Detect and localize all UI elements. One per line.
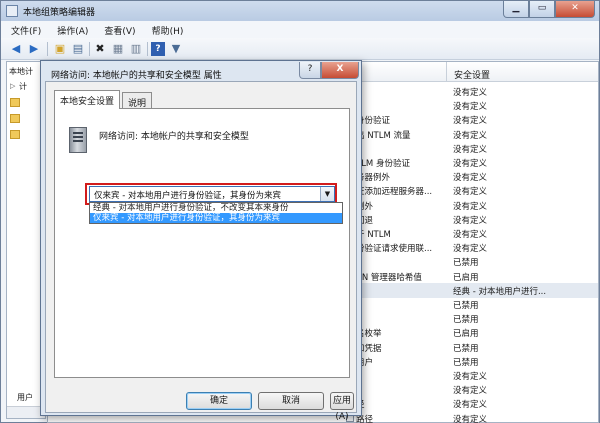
policy-name: TLM 身份验证: [356, 159, 410, 169]
menu-help[interactable]: 帮助(H): [142, 21, 190, 38]
dialog-title: 网络访问: 本地帐户的共享和安全模型 属性: [51, 71, 222, 81]
policy-name: 份验证请求使用联...: [356, 244, 433, 255]
toolbar-separator: [47, 42, 48, 56]
policy-setting: 已禁用: [453, 315, 479, 326]
menu-action[interactable]: 操作(A): [47, 21, 94, 38]
dropdown-option-guest-only[interactable]: 仅来宾 - 对本地用户进行身份验证，其身份为来宾: [90, 213, 342, 223]
policy-setting: 经典 - 对本地用户进行...: [453, 286, 547, 297]
policy-setting: 没有定义: [453, 144, 488, 155]
policy-setting: 没有定义: [453, 116, 488, 127]
policy-setting: 没有定义: [453, 88, 488, 98]
dropdown-list[interactable]: 经典 - 对本地用户进行身份验证，不改变其本来身份 仅来宾 - 对本地用户进行身…: [89, 202, 343, 224]
policy-setting: 没有定义: [453, 215, 488, 226]
filter-icon[interactable]: ▼: [169, 42, 183, 56]
forward-arrow-icon[interactable]: ▶: [27, 42, 41, 56]
delete-icon[interactable]: ✖: [93, 42, 107, 56]
close-button[interactable]: ✕: [555, 1, 595, 18]
policy-title: 网络访问: 本地帐户的共享和安全模型: [99, 132, 249, 142]
ok-button[interactable]: 确定: [186, 392, 252, 410]
properties-icon[interactable]: ▦: [111, 42, 125, 56]
server-icon: [69, 127, 87, 153]
tab-local-security-setting[interactable]: 本地安全设置: [54, 90, 121, 109]
policy-setting: 没有定义: [453, 244, 488, 255]
policy-name: 出 NTLM 流量: [356, 130, 411, 141]
toolbar: ◀ ▶ ▣ ▤ ✖ ▦ ▥ ? ▼: [1, 38, 599, 60]
folder-icon[interactable]: [10, 98, 20, 107]
toolbar-separator: [147, 42, 148, 56]
tree-computer-label[interactable]: 计: [19, 81, 27, 92]
policy-name: 证添加远程服务器...: [356, 187, 433, 198]
policy-setting: 没有定义: [453, 372, 488, 382]
policy-setting: 已禁用: [453, 258, 479, 269]
policy-setting: 没有定义: [453, 414, 488, 423]
folder-up-icon[interactable]: ▣: [53, 42, 67, 56]
dialog-body: 本地安全设置 说明 网络访问: 本地帐户的共享和安全模型 仅来宾 - 对本地用户…: [45, 81, 357, 422]
title-bar[interactable]: 本地组策略编辑器 ▁ ▭ ✕: [1, 1, 599, 21]
dropdown-option-classic[interactable]: 经典 - 对本地用户进行身份验证，不改变其本来身份: [90, 203, 342, 213]
policy-setting: 没有定义: [453, 201, 488, 212]
dialog-help-button[interactable]: ?: [299, 62, 321, 79]
tab-panel: 网络访问: 本地帐户的共享和安全模型 仅来宾 - 对本地用户进行身份验证，其身份…: [54, 108, 350, 378]
policy-setting: 没有定义: [453, 386, 488, 397]
policy-setting: 没有定义: [453, 173, 488, 184]
policy-setting: 已禁用: [453, 343, 479, 354]
app-icon: [6, 5, 18, 17]
tree-root-label: 本地计: [9, 67, 33, 76]
folder-icon[interactable]: [10, 130, 20, 139]
policy-setting: 已禁用: [453, 357, 479, 368]
help-icon[interactable]: ?: [151, 42, 165, 56]
policy-setting: 没有定义: [453, 230, 488, 240]
policy-setting: 没有定义: [453, 102, 488, 113]
menu-bar: 文件(F) 操作(A) 查看(V) 帮助(H): [1, 21, 599, 38]
maximize-button[interactable]: ▭: [529, 1, 555, 18]
tree-user-label[interactable]: 用户: [17, 392, 33, 403]
policy-setting: 没有定义: [453, 400, 488, 411]
properties-dialog: 网络访问: 本地帐户的共享和安全模型 属性 ? X 本地安全设置 说明 网络访问…: [40, 60, 362, 422]
column-security-setting[interactable]: 安全设置: [454, 68, 490, 81]
policy-setting: 没有定义: [453, 130, 488, 141]
toolbar-separator: [89, 42, 90, 56]
policy-setting: 没有定义: [453, 187, 488, 198]
back-arrow-icon[interactable]: ◀: [9, 42, 23, 56]
policy-setting: 已禁用: [453, 301, 479, 311]
policy-setting: 没有定义: [453, 159, 488, 169]
window-title: 本地组策略编辑器: [23, 8, 96, 18]
dropdown-selected-value: 仅来宾 - 对本地用户进行身份验证，其身份为来宾: [94, 191, 281, 201]
show-hide-tree-icon[interactable]: ▤: [71, 42, 85, 56]
export-list-icon[interactable]: ▥: [129, 42, 143, 56]
menu-file[interactable]: 文件(F): [1, 21, 47, 38]
sharing-model-dropdown[interactable]: 仅来宾 - 对本地用户进行身份验证，其身份为来宾 ▼: [89, 186, 335, 202]
tab-explain[interactable]: 说明: [122, 92, 153, 109]
column-divider[interactable]: [446, 62, 447, 82]
menu-view[interactable]: 查看(V): [94, 21, 141, 38]
dialog-close-button[interactable]: X: [321, 62, 359, 79]
policy-setting: 已启用: [453, 272, 479, 283]
minimize-button[interactable]: ▁: [503, 1, 529, 18]
policy-name: AN 管理器哈希值: [356, 272, 422, 283]
policy-setting: 已启用: [453, 329, 479, 340]
apply-button[interactable]: 应用(A): [330, 392, 354, 422]
folder-icon[interactable]: [10, 114, 20, 123]
chevron-down-icon[interactable]: ▼: [320, 187, 334, 201]
expander-icon[interactable]: ▷: [10, 82, 15, 90]
cancel-button[interactable]: 取消: [258, 392, 324, 410]
